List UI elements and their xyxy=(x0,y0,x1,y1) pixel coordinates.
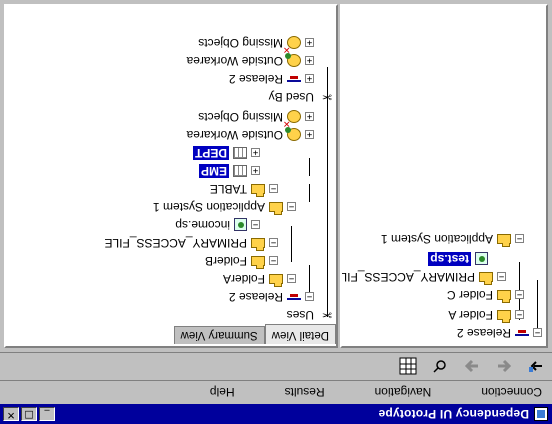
warning-green-icon xyxy=(287,128,301,142)
title-bar: Dependency UI Prototype _ □ ✕ xyxy=(0,404,552,424)
tree-node-emp[interactable]: + EMP xyxy=(198,162,260,180)
menu-connection[interactable]: Connection xyxy=(467,386,552,400)
source-tree-panel[interactable]: − Release 2 − Folder A − Folder C − PRIM… xyxy=(340,4,548,348)
tree-node-folderb[interactable]: − FolderB xyxy=(205,252,278,270)
window-controls: _ □ ✕ xyxy=(3,407,55,421)
tree-node-dept[interactable]: + DEPT xyxy=(192,144,260,162)
tree-node-foldera[interactable]: − FolderA xyxy=(223,270,296,288)
folder-icon xyxy=(269,202,283,212)
expand-icon[interactable]: + xyxy=(305,38,314,48)
expand-icon[interactable]: + xyxy=(305,74,314,84)
tree-node-primary-access-file[interactable]: − PRIMARY_ACCESS_FILE xyxy=(105,234,278,252)
tree-node-release-2-b[interactable]: + Release 2 xyxy=(229,70,314,88)
expand-icon[interactable]: + xyxy=(251,166,260,176)
table-icon xyxy=(233,147,247,159)
tree-node-uses[interactable]: ✂ Uses xyxy=(287,306,332,324)
expand-icon[interactable]: + xyxy=(305,56,314,66)
collapse-icon[interactable]: − xyxy=(287,202,296,212)
folder-icon xyxy=(251,238,265,248)
folder-icon xyxy=(251,184,265,194)
folder-icon xyxy=(497,234,511,244)
scissor-icon: ✂ xyxy=(321,308,332,322)
tab-detail-view[interactable]: Detail View xyxy=(264,324,336,344)
tree-node-used-by[interactable]: ✂ Used By xyxy=(269,88,332,106)
expand-icon[interactable]: + xyxy=(251,148,260,158)
menu-results[interactable]: Results xyxy=(271,386,335,400)
tree-node-missing-objects[interactable]: + Missing Objects xyxy=(198,108,314,126)
collapse-icon[interactable]: − xyxy=(287,274,296,284)
menu-navigation[interactable]: Navigation xyxy=(361,386,442,400)
folder-icon xyxy=(497,290,511,300)
connect-icon[interactable] xyxy=(524,356,548,378)
warning-green-icon xyxy=(287,54,301,68)
source-node-folder-c[interactable]: − Folder C xyxy=(447,286,524,304)
collapse-icon[interactable]: − xyxy=(269,256,278,266)
file-icon xyxy=(475,252,488,266)
maximize-button[interactable]: □ xyxy=(21,407,37,421)
view-tabs: Detail View Summary View xyxy=(173,324,336,344)
collapse-icon[interactable]: − xyxy=(269,184,278,194)
source-node-test-sp[interactable]: test.sp xyxy=(428,250,488,268)
app-icon xyxy=(534,407,548,421)
release-icon xyxy=(515,328,529,338)
collapse-icon[interactable]: − xyxy=(515,310,524,320)
forward-icon[interactable] xyxy=(460,356,484,378)
release-icon xyxy=(287,74,301,84)
source-node-release-2[interactable]: − Release 2 xyxy=(457,324,542,342)
collapse-icon[interactable]: − xyxy=(305,292,314,302)
collapse-icon[interactable]: − xyxy=(269,238,278,248)
tree-node-income-sp[interactable]: − income.sp xyxy=(175,216,260,234)
dependency-ui-window: Dependency UI Prototype _ □ ✕ Connection… xyxy=(0,0,552,424)
collapse-icon[interactable]: − xyxy=(497,272,506,282)
window-title: Dependency UI Prototype xyxy=(378,407,529,421)
toolbar xyxy=(0,352,552,380)
menu-bar: Connection Navigation Results Help xyxy=(0,380,552,404)
release-icon xyxy=(287,292,301,302)
close-button[interactable]: ✕ xyxy=(3,407,19,421)
table-icon xyxy=(233,165,247,177)
tree-node-outside-workarea[interactable]: + Outside Workarea xyxy=(187,126,314,144)
expand-icon[interactable]: + xyxy=(305,112,314,122)
folder-icon xyxy=(497,310,511,320)
detail-tree-panel[interactable]: Detail View Summary View ✂ Uses − Releas… xyxy=(4,4,338,348)
tree-node-table[interactable]: − TABLE xyxy=(210,180,278,198)
grid-icon[interactable] xyxy=(396,356,420,378)
menu-help[interactable]: Help xyxy=(196,386,245,400)
source-node-folder-a[interactable]: − Folder A xyxy=(448,306,524,324)
collapse-icon[interactable]: − xyxy=(251,220,260,230)
tab-summary-view[interactable]: Summary View xyxy=(173,326,265,344)
expand-icon[interactable]: + xyxy=(305,130,314,140)
tree-node-missing-objects-b[interactable]: + Missing Objects xyxy=(198,34,314,52)
folder-icon xyxy=(251,256,265,266)
tree-node-outside-workarea-b[interactable]: + Outside Workarea xyxy=(187,52,314,70)
file-icon xyxy=(234,218,247,232)
tree-node-application-system-1[interactable]: − Application System 1 xyxy=(153,198,296,216)
collapse-icon[interactable]: − xyxy=(515,234,524,244)
warning-red-icon xyxy=(287,36,301,50)
source-node-application-system-1[interactable]: − Application System 1 xyxy=(381,230,524,248)
folder-icon xyxy=(479,272,493,282)
collapse-icon[interactable]: − xyxy=(515,290,524,300)
collapse-icon[interactable]: − xyxy=(533,328,542,338)
warning-red-icon xyxy=(287,110,301,124)
minimize-button[interactable]: _ xyxy=(39,407,55,421)
inspect-icon[interactable] xyxy=(428,356,452,378)
folder-icon xyxy=(269,274,283,284)
tree-node-release-2[interactable]: − Release 2 xyxy=(229,288,314,306)
scissor-icon: ✂ xyxy=(321,90,332,104)
back-icon[interactable] xyxy=(492,356,516,378)
source-node-primary-access-file[interactable]: − PRIMARY_ACCESS_FILE xyxy=(340,268,506,286)
